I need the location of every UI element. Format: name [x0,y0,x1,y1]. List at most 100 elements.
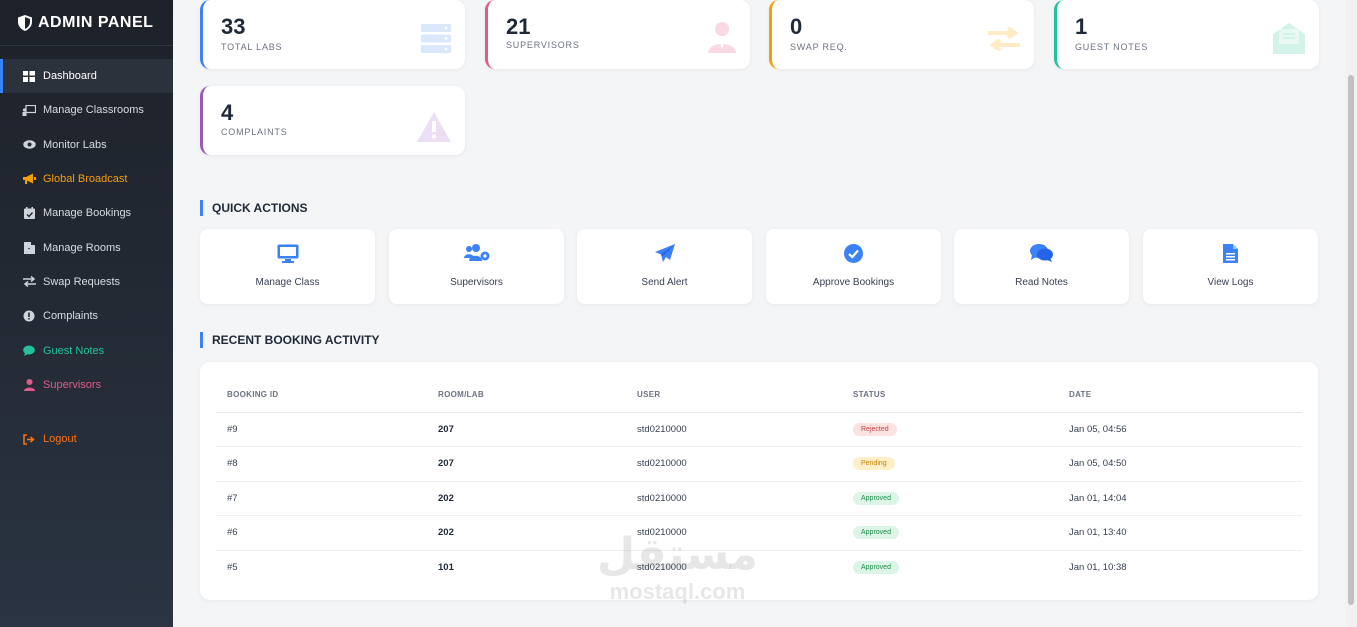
stat-card-guest-notes: 1 GUEST NOTES [1054,0,1319,69]
paper-plane-icon [577,244,752,263]
user: std0210000 [637,562,687,573]
table-row[interactable]: #7 202 std0210000 Approved Jan 01, 14:04 [216,481,1302,516]
main-content: 33 TOTAL LABS 21 SUPERVISORS 0 SWAP REQ.… [173,0,1345,627]
sidebar-item-label: Global Broadcast [43,173,128,186]
logout-button[interactable]: Logout [0,422,173,456]
date: Jan 01, 10:38 [1069,562,1127,573]
table-row[interactable]: #9 207 std0210000 Rejected Jan 05, 04:56 [216,412,1302,447]
quick-actions-title: QUICK ACTIONS [200,200,308,216]
logout-icon [22,432,36,446]
sidebar: ADMIN PANEL Dashboard Manage Classrooms … [0,0,173,627]
room-lab: 101 [438,562,454,573]
table-row[interactable]: #8 207 std0210000 Pending Jan 05, 04:50 [216,446,1302,482]
stat-card-supervisors: 21 SUPERVISORS [485,0,750,69]
sidebar-item-label: Manage Bookings [43,207,132,220]
stat-card-swap-requests: 0 SWAP REQ. [769,0,1034,69]
quick-action-send-alert[interactable]: Send Alert [577,229,752,304]
status-cell: Approved [842,481,1058,516]
quick-action-read-notes[interactable]: Read Notes [954,229,1129,304]
classroom-icon [22,103,36,117]
sidebar-item-manage-rooms[interactable]: Manage Rooms [0,230,173,264]
sidebar-item-dashboard[interactable]: Dashboard [0,59,173,94]
column-header: BOOKING ID [216,378,427,413]
status-badge: Approved [853,491,899,505]
monitor-icon [200,244,375,263]
quick-action-label: Read Notes [1015,277,1068,288]
recent-activity-title: RECENT BOOKING ACTIVITY [200,332,380,348]
date: Jan 01, 14:04 [1058,481,1302,516]
stat-label: SWAP REQ. [790,42,848,52]
sidebar-item-supervisors[interactable]: Supervisors [0,368,173,402]
sidebar-item-label: Dashboard [43,70,97,83]
sidebar-item-monitor-labs[interactable]: Monitor Labs [0,128,173,162]
sidebar-item-label: Guest Notes [43,344,105,357]
sidebar-nav: Dashboard Manage Classrooms Monitor Labs… [0,59,173,456]
users-cog-icon [389,244,564,262]
sidebar-item-label: Supervisors [43,378,102,391]
status-cell: Approved [842,515,1058,551]
sidebar-item-label: Manage Classrooms [43,104,144,117]
status-badge: Approved [853,561,899,574]
stat-value: 21 [506,14,531,39]
booking-id: #6 [216,515,427,551]
stat-value: 1 [1075,14,1088,39]
user: std0210000 [626,515,842,551]
swap-icon [988,26,1020,56]
comment-icon [22,344,36,358]
table-row[interactable]: #6 202 std0210000 Approved Jan 01, 13:40 [216,515,1302,551]
envelope-open-icon [1273,22,1305,59]
quick-action-label: Approve Bookings [812,277,895,288]
column-header: DATE [1058,378,1302,413]
status-badge: Rejected [853,422,897,436]
sidebar-item-guest-notes[interactable]: Guest Notes [0,333,173,367]
comments-icon [954,244,1129,262]
column-header: STATUS [842,378,1058,413]
sidebar-item-complaints[interactable]: Complaints [0,299,173,333]
brand: ADMIN PANEL [0,0,173,46]
room-lab: 202 [427,515,626,551]
room-lab: 202 [427,481,626,516]
sidebar-item-swap-requests[interactable]: Swap Requests [0,265,173,299]
stat-label: TOTAL LABS [221,42,283,52]
user-tie-icon [708,22,736,58]
user: std0210000 [626,481,842,516]
booking-id: #5 [227,562,238,573]
table-row[interactable]: #5 101 std0210000 Approved Jan 01, 10:38 [216,550,1302,585]
swap-icon [22,275,36,289]
brand-title: ADMIN PANEL [38,13,154,31]
user: std0210000 [626,446,842,482]
status-cell: Approved [842,550,1058,585]
stat-label: COMPLAINTS [221,127,288,137]
sidebar-item-label: Monitor Labs [43,138,107,151]
quick-action-manage-class[interactable]: Manage Class [200,229,375,304]
sidebar-item-manage-classrooms[interactable]: Manage Classrooms [0,93,173,127]
user-icon [22,378,36,392]
quick-action-approve-bookings[interactable]: Approve Bookings [766,229,941,304]
recent-bookings-card: BOOKING ID ROOM/LAB USER STATUS DATE #9 … [200,362,1318,600]
user: std0210000 [626,412,842,447]
shield-icon [18,14,32,31]
booking-id: #8 [216,446,427,482]
eye-icon [22,138,36,152]
quick-action-supervisors[interactable]: Supervisors [389,229,564,304]
status-cell: Pending [842,446,1058,482]
quick-action-view-logs[interactable]: View Logs [1143,229,1318,304]
calendar-check-icon [22,206,36,220]
status-badge: Approved [853,526,899,540]
stat-card-complaints: 4 COMPLAINTS [200,86,465,155]
stat-label: SUPERVISORS [506,40,580,50]
room-lab: 207 [427,412,626,447]
table-header-row: BOOKING ID ROOM/LAB USER STATUS DATE [216,378,1302,413]
quick-action-label: Send Alert [641,277,688,288]
stat-value: 4 [221,100,234,125]
check-circle-icon [766,244,941,263]
scrollbar[interactable] [1345,0,1357,627]
stat-value: 33 [221,14,246,39]
sidebar-item-manage-bookings[interactable]: Manage Bookings [0,196,173,230]
scrollbar-thumb[interactable] [1348,75,1354,605]
quick-action-label: View Logs [1207,277,1254,288]
stat-value: 0 [790,14,803,39]
date: Jan 05, 04:50 [1058,446,1302,482]
sidebar-item-global-broadcast[interactable]: Global Broadcast [0,162,173,196]
logout-label: Logout [43,433,77,446]
